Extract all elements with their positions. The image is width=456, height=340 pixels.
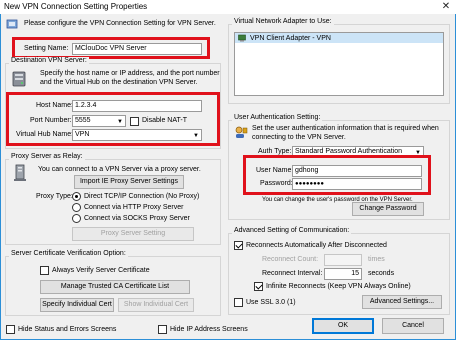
- intro-text: Please configure the VPN Connection Sett…: [24, 20, 216, 27]
- proxy-group-title: Proxy Server as Relay:: [9, 153, 85, 160]
- use-ssl3-label: Use SSL 3.0 (1): [246, 299, 296, 306]
- user-auth-icon: [235, 126, 248, 138]
- infinite-reconnect-checkbox[interactable]: [254, 282, 263, 291]
- proxy-computer-icon: [14, 164, 26, 181]
- password-input[interactable]: ●●●●●●●●: [292, 178, 422, 190]
- manage-trusted-ca-button[interactable]: Manage Trusted CA Certificate List: [40, 280, 190, 294]
- host-name-input[interactable]: 1.2.3.4: [72, 100, 202, 112]
- port-number-label: Port Number:: [30, 117, 72, 124]
- cert-group-title: Server Certificate Verification Option:: [9, 250, 128, 257]
- chevron-down-icon: ▼: [117, 119, 123, 125]
- window-title: New VPN Connection Setting Properties: [4, 2, 148, 11]
- setting-name-label: Setting Name:: [24, 45, 69, 52]
- vpn-settings-icon: [6, 19, 18, 29]
- virtual-hub-label: Virtual Hub Name:: [16, 131, 74, 138]
- disable-nat-checkbox[interactable]: [130, 117, 139, 126]
- proxy-type-direct-label: Direct TCP/IP Connection (No Proxy): [84, 193, 200, 200]
- proxy-desc: You can connect to a VPN Server via a pr…: [38, 166, 201, 173]
- auth-desc-line2: connecting to the VPN Server.: [252, 134, 346, 141]
- proxy-type-direct-radio[interactable]: [72, 192, 81, 201]
- proxy-type-socks-label: Connect via SOCKS Proxy Server: [84, 215, 190, 222]
- specify-individual-cert-button[interactable]: Specify Individual Cert: [40, 298, 114, 312]
- advanced-group-title: Advanced Setting of Communication:: [232, 227, 352, 234]
- virtual-hub-select[interactable]: VPN ▼: [72, 129, 202, 141]
- import-ie-proxy-button[interactable]: Import IE Proxy Server Settings: [74, 175, 184, 189]
- port-number-select[interactable]: 5555 ▼: [72, 115, 126, 127]
- hide-ip-label: Hide IP Address Screens: [170, 326, 248, 333]
- auth-type-value: Standard Password Authentication: [295, 148, 403, 155]
- reconnect-interval-unit: seconds: [368, 270, 395, 277]
- infinite-reconnect-label: Infinite Reconnects (Keep VPN Always Onl…: [266, 283, 411, 290]
- reconnect-count-input[interactable]: [324, 254, 362, 266]
- hide-ip-checkbox[interactable]: [158, 325, 167, 334]
- proxy-type-http-radio[interactable]: [72, 203, 81, 212]
- auth-group-title: User Authentication Setting:: [232, 114, 323, 121]
- setting-name-input[interactable]: MClouDoc VPN Server: [72, 43, 202, 55]
- hide-status-label: Hide Status and Errors Screens: [18, 326, 117, 333]
- disable-nat-label: Disable NAT-T: [142, 117, 187, 124]
- reconnect-count-unit: times: [368, 256, 385, 263]
- reconnect-interval-label: Reconnect Interval:: [262, 270, 323, 277]
- change-password-button[interactable]: Change Password: [352, 202, 424, 216]
- destination-group-title: Destination VPN Server:: [9, 57, 89, 64]
- ok-button[interactable]: OK: [312, 318, 374, 334]
- host-name-label: Host Name:: [36, 102, 73, 109]
- destination-desc-line1: Specify the host name or IP address, and…: [40, 70, 220, 77]
- proxy-type-http-label: Connect via HTTP Proxy Server: [84, 204, 184, 211]
- user-name-input[interactable]: gdhong: [292, 165, 422, 177]
- password-label: Password:: [260, 180, 293, 187]
- adapter-item-label: VPN Client Adapter - VPN: [250, 35, 331, 42]
- use-ssl3-suffix: (1): [287, 299, 296, 306]
- auth-type-label: Auth Type:: [258, 148, 292, 155]
- advanced-settings-button[interactable]: Advanced Settings...: [362, 295, 442, 309]
- network-adapter-icon: [238, 34, 246, 42]
- show-individual-cert-button[interactable]: Show Individual Cert: [118, 298, 194, 312]
- cancel-button[interactable]: Cancel: [382, 318, 444, 334]
- proxy-server-setting-button[interactable]: Proxy Server Setting: [72, 227, 194, 241]
- reconnect-auto-label: Reconnects Automatically After Disconnec…: [246, 242, 387, 249]
- auth-desc-line1: Set the user authentication information …: [252, 125, 439, 132]
- hide-status-checkbox[interactable]: [6, 325, 15, 334]
- user-name-label: User Name:: [256, 167, 294, 174]
- server-icon: [12, 71, 26, 87]
- title-bar: New VPN Connection Setting Properties ✕: [0, 0, 456, 14]
- use-ssl3-checkbox[interactable]: [234, 298, 243, 307]
- destination-desc-line2: and the Virtual Hub on the destination V…: [40, 79, 198, 86]
- reconnect-auto-checkbox[interactable]: [234, 241, 243, 250]
- proxy-type-socks-radio[interactable]: [72, 214, 81, 223]
- always-verify-checkbox[interactable]: [40, 266, 49, 275]
- virtual-hub-value: VPN: [75, 131, 90, 138]
- reconnect-count-label: Reconnect Count:: [262, 256, 319, 263]
- reconnect-interval-input[interactable]: 15: [324, 268, 362, 280]
- port-number-value: 5555: [75, 117, 91, 124]
- always-verify-label: Always Verify Server Certificate: [52, 267, 150, 274]
- chevron-down-icon: ▼: [193, 133, 199, 139]
- close-icon[interactable]: ✕: [438, 0, 454, 14]
- adapter-group-title: Virtual Network Adapter to Use:: [232, 18, 334, 25]
- proxy-type-label: Proxy Type:: [36, 193, 73, 200]
